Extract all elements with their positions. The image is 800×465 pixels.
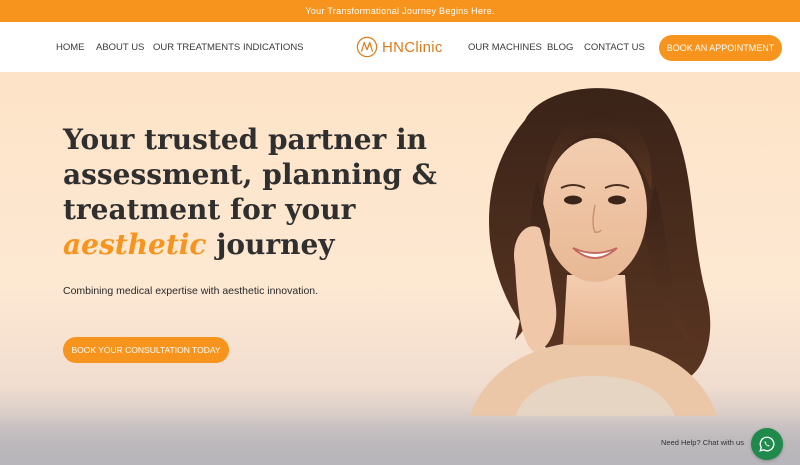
- nav-indications[interactable]: INDICATIONS: [243, 42, 304, 53]
- nav-about-us[interactable]: ABOUT US: [96, 42, 144, 53]
- headline-line: treatment for your: [63, 193, 356, 226]
- announcement-text: Your Transformational Journey Begins Her…: [305, 6, 495, 16]
- book-consultation-button[interactable]: BOOK YOUR CONSULTATION TODAY: [63, 337, 229, 363]
- main-navigation: HOME ABOUT US OUR TREATMENTS INDICATIONS…: [0, 22, 800, 72]
- headline-line: Your trusted partner in: [63, 123, 428, 156]
- book-appointment-button[interactable]: BOOK AN APPOINTMENT: [659, 35, 782, 61]
- logo-mark-icon: [356, 36, 378, 58]
- nav-home[interactable]: HOME: [56, 42, 85, 53]
- headline-end-word: journey: [216, 228, 335, 261]
- site-logo[interactable]: HNClinic: [356, 36, 443, 58]
- nav-contact-us[interactable]: CONTACT US: [584, 42, 645, 53]
- headline-accent-word: aesthetic: [63, 228, 207, 261]
- chat-help-label: Need Help? Chat with us: [661, 438, 744, 447]
- announcement-bar: Your Transformational Journey Begins Her…: [0, 0, 800, 22]
- logo-text: HNClinic: [382, 38, 443, 56]
- hero-headline: Your trusted partner in assessment, plan…: [63, 122, 443, 262]
- nav-our-treatments[interactable]: OUR TREATMENTS: [153, 42, 240, 53]
- hero-subtitle: Combining medical expertise with aesthet…: [63, 285, 319, 297]
- whatsapp-chat-button[interactable]: [751, 428, 783, 460]
- nav-our-machines[interactable]: OUR MACHINES: [468, 42, 542, 53]
- nav-blog[interactable]: BLOG: [547, 42, 573, 53]
- headline-line-last: aesthetic journey: [63, 227, 443, 262]
- headline-line: assessment, planning &: [63, 158, 437, 191]
- hero-section: Your trusted partner in assessment, plan…: [0, 72, 800, 465]
- whatsapp-icon: [759, 436, 775, 452]
- hero-portrait-image: [470, 88, 717, 416]
